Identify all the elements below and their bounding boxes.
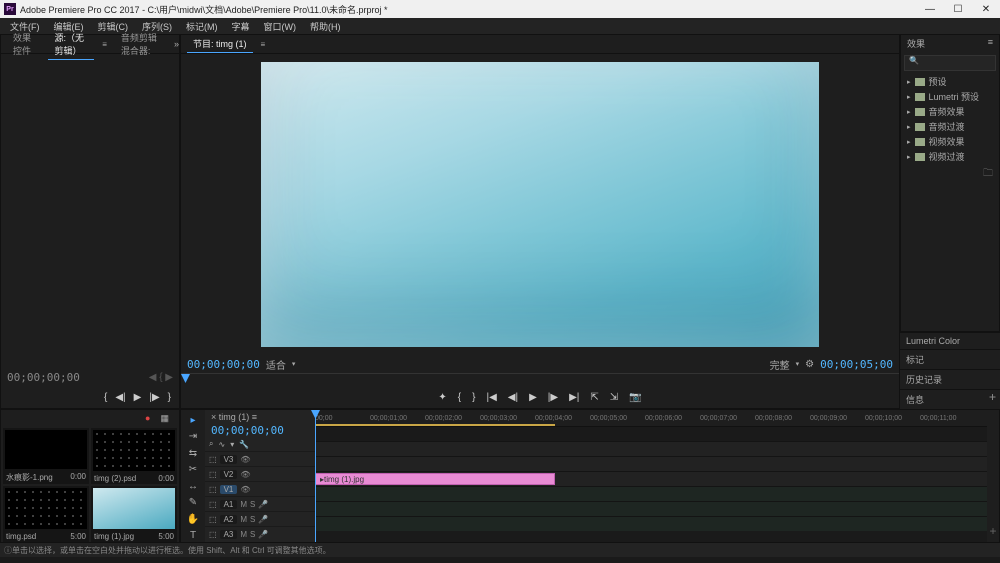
folder-lumetri[interactable]: Lumetri 预设	[901, 89, 999, 104]
step-fwd-icon[interactable]: |▶	[548, 392, 558, 403]
track-v1[interactable]: ⬚V1👁	[205, 481, 315, 496]
panel-history[interactable]: 历史记录	[900, 369, 1000, 389]
project-item[interactable]: timg (2).psd0:00	[91, 428, 177, 484]
resolution[interactable]: 完整	[770, 357, 790, 372]
marker-tool-icon[interactable]: ▾	[230, 440, 234, 449]
panel-lumetri[interactable]: Lumetri Color	[900, 332, 1000, 349]
app-icon: Pr	[4, 3, 16, 15]
program-monitor[interactable]	[181, 54, 899, 355]
tab-program[interactable]: 节目: timg (1)	[187, 35, 253, 53]
folder-audio-trans[interactable]: 音频过渡	[901, 119, 999, 134]
lane-v1[interactable]: ▸ timg (1).jpg	[315, 471, 987, 486]
link-icon[interactable]: ∿	[218, 440, 225, 449]
track-a1[interactable]: ⬚A1MS🎤	[205, 496, 315, 511]
track-v2[interactable]: ⬚V2👁	[205, 466, 315, 481]
tool-slip[interactable]: ↔	[186, 480, 200, 493]
track-v3[interactable]: ⬚V3👁	[205, 451, 315, 466]
tool-pen[interactable]: ✎	[186, 497, 200, 510]
src-step-fwd-icon[interactable]: |▶	[149, 392, 159, 403]
proj-list-icon[interactable]: ▦	[160, 413, 169, 424]
folder-audio-fx[interactable]: 音频效果	[901, 104, 999, 119]
work-area-bar[interactable]	[315, 424, 555, 426]
duration-timecode: 00;00;05;00	[820, 358, 893, 371]
mark-in-icon[interactable]: {	[458, 392, 461, 403]
playhead-icon[interactable]	[181, 374, 190, 383]
minimize-button[interactable]: —	[916, 4, 944, 15]
track-a3[interactable]: ⬚A3MS🎤	[205, 526, 315, 541]
effects-search[interactable]: 🔍	[904, 55, 996, 71]
program-transport: ✦ { } |◀ ◀| ▶ |▶ ▶| ⇱ ⇲ 📷 +	[181, 386, 899, 408]
project-item[interactable]: timg.psd5:00	[3, 486, 89, 542]
source-monitor	[1, 54, 179, 368]
tool-type[interactable]: T	[186, 530, 200, 543]
mark-out-icon[interactable]: }	[472, 392, 475, 403]
lane-a3[interactable]	[315, 516, 987, 531]
timeline-ruler[interactable]: 00;0000;00;01;0000;00;02;0000;00;03;0000…	[315, 410, 987, 427]
menu-window[interactable]: 窗口(W)	[258, 20, 303, 33]
src-mark-out-icon[interactable]: }	[168, 392, 171, 403]
add-marker-icon[interactable]: ✦	[438, 392, 446, 403]
go-out-icon[interactable]: ▶|	[569, 392, 579, 403]
timeline-timecode[interactable]: 00;00;00;00	[205, 424, 315, 437]
maximize-button[interactable]: ☐	[944, 4, 972, 15]
tool-hand[interactable]: ✋	[186, 513, 200, 526]
zoom-fit[interactable]: 适合	[266, 357, 286, 372]
window-title: Adobe Premiere Pro CC 2017 - C:\用户\midwi…	[20, 3, 387, 16]
proj-rec-icon[interactable]: ●	[145, 413, 150, 423]
play-icon[interactable]: ▶	[529, 392, 537, 403]
source-timecode[interactable]: 00;00;00;00	[7, 371, 80, 384]
close-button[interactable]: ✕	[972, 4, 1000, 15]
src-play-icon[interactable]: ▶	[134, 392, 142, 403]
sequence-name[interactable]: timg (1)	[219, 412, 250, 422]
effects-title[interactable]: 效果	[907, 37, 925, 50]
tool-selection[interactable]: ▸	[186, 414, 200, 427]
scroll-plus-icon[interactable]: +	[989, 524, 996, 538]
timeline-playhead[interactable]	[315, 410, 316, 542]
snap-icon[interactable]: ⌕	[209, 439, 213, 449]
src-mark-in-icon[interactable]: {	[104, 392, 107, 403]
new-bin-icon[interactable]: 🗀	[901, 164, 999, 185]
title-bar: Pr Adobe Premiere Pro CC 2017 - C:\用户\mi…	[0, 0, 1000, 18]
source-transport: { ◀| ▶ |▶ } +	[1, 386, 179, 408]
tool-track-select[interactable]: ⇥	[186, 431, 200, 444]
program-timecode[interactable]: 00;00;00;00	[187, 358, 260, 371]
tool-razor[interactable]: ✂	[186, 464, 200, 477]
source-panel-tabs: 效果控件 源:（无剪辑） ≡ 音频剪辑混合器: »	[1, 35, 179, 54]
menu-title[interactable]: 字幕	[226, 20, 256, 33]
status-text: 单击以选择，或单击在空白处并拖动以进行框选。使用 Shift、Alt 和 Ctr…	[12, 545, 331, 556]
program-ruler[interactable]	[181, 373, 899, 386]
project-item[interactable]: timg (1).jpg5:00	[91, 486, 177, 542]
lane-a1[interactable]	[315, 486, 987, 501]
lane-a2[interactable]	[315, 501, 987, 516]
lift-icon[interactable]: ⇱	[590, 392, 598, 403]
project-panel: ● ▦ 水痕影-1.png0:00 timg (2).psd0:00 timg.…	[0, 409, 180, 543]
menu-marker[interactable]: 标记(M)	[180, 20, 224, 33]
status-bar: ⓘ 单击以选择，或单击在空白处并拖动以进行框选。使用 Shift、Alt 和 C…	[0, 543, 1000, 557]
wrench-icon[interactable]: 🔧	[239, 440, 249, 449]
folder-video-fx[interactable]: 视频效果	[901, 134, 999, 149]
step-back-icon[interactable]: ◀|	[508, 392, 518, 403]
project-item[interactable]: 水痕影-1.png0:00	[3, 428, 89, 484]
prog-add-button[interactable]: +	[989, 390, 996, 404]
export-frame-icon[interactable]: 📷	[629, 392, 641, 403]
extract-icon[interactable]: ⇲	[610, 392, 618, 403]
panel-markers[interactable]: 标记	[900, 349, 1000, 369]
clip-item[interactable]: ▸ timg (1).jpg	[315, 473, 555, 485]
src-step-back-icon[interactable]: ◀|	[115, 392, 125, 403]
settings-icon[interactable]: ⚙	[805, 359, 814, 370]
lane-v2[interactable]	[315, 456, 987, 471]
tool-ripple[interactable]: ⇆	[186, 447, 200, 460]
program-frame	[261, 62, 819, 347]
folder-video-trans[interactable]: 视频过渡	[901, 149, 999, 164]
timeline-panel: ▸ ⇥ ⇆ ✂ ↔ ✎ ✋ T × timg (1) ≡ 00;00;00;00…	[180, 409, 1000, 543]
info-icon: ⓘ	[4, 545, 12, 556]
track-a2[interactable]: ⬚A2MS🎤	[205, 511, 315, 526]
panel-info[interactable]: 信息	[900, 389, 1000, 409]
go-in-icon[interactable]: |◀	[486, 392, 496, 403]
lane-v3[interactable]	[315, 441, 987, 456]
menu-help[interactable]: 帮助(H)	[304, 20, 347, 33]
folder-presets[interactable]: 预设	[901, 74, 999, 89]
